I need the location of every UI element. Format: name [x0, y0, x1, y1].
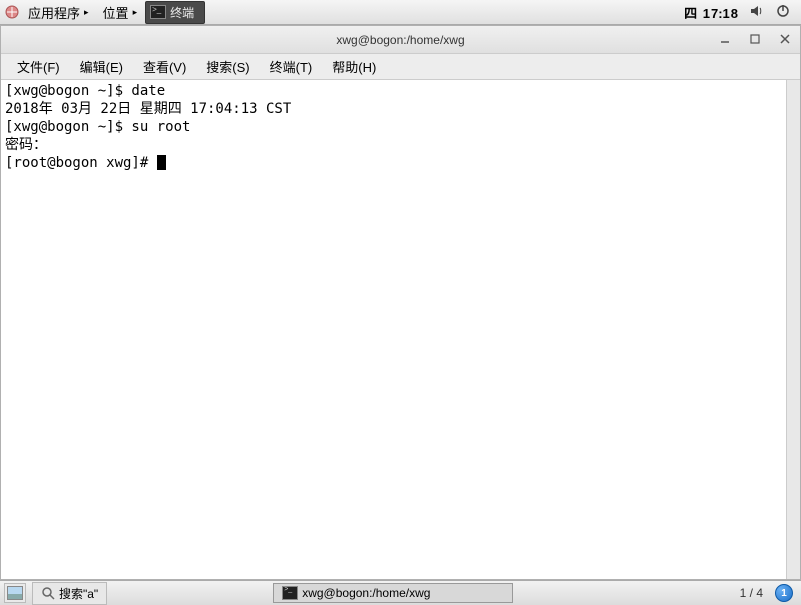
desktop-icon — [7, 586, 23, 600]
scrollbar[interactable] — [786, 80, 800, 579]
clock[interactable]: 四 17:18 — [684, 3, 739, 22]
panel-left: 应用程序 ▸ 位置 ▸ 终端 — [4, 1, 205, 24]
places-menu[interactable]: 位置 ▸ — [97, 1, 144, 24]
taskbar-active-app[interactable]: 终端 — [145, 1, 205, 24]
notification-badge[interactable]: 1 — [775, 584, 793, 602]
menubar: 文件(F) 编辑(E) 查看(V) 搜索(S) 终端(T) 帮助(H) — [1, 54, 800, 80]
panel-right: 四 17:18 — [684, 3, 797, 22]
workspace-indicator[interactable]: 1 / 4 — [734, 584, 769, 602]
applications-label: 应用程序 — [28, 3, 80, 22]
task-terminal[interactable]: xwg@bogon:/home/xwg — [273, 583, 513, 603]
terminal-icon — [282, 586, 298, 600]
titlebar[interactable]: xwg@bogon:/home/xwg — [1, 26, 800, 54]
menu-search[interactable]: 搜索(S) — [198, 54, 257, 79]
menu-terminal[interactable]: 终端(T) — [262, 54, 321, 79]
clock-hour: 17 — [703, 6, 719, 21]
places-label: 位置 — [103, 3, 129, 22]
power-icon[interactable] — [775, 3, 791, 22]
bottom-panel: 搜索"a" xwg@bogon:/home/xwg 1 / 4 1 — [0, 580, 801, 605]
minimize-button[interactable] — [716, 30, 734, 48]
menu-edit[interactable]: 编辑(E) — [72, 54, 131, 79]
window-title: xwg@bogon:/home/xwg — [9, 33, 792, 47]
chevron-right-icon: ▸ — [133, 7, 138, 18]
volume-icon[interactable] — [749, 3, 765, 22]
clock-minute: 18 — [723, 6, 739, 21]
terminal-line: 2018年 03月 22日 星期四 17:04:13 CST — [5, 101, 291, 117]
taskbar-app-label: 终端 — [170, 4, 194, 21]
terminal-icon — [150, 5, 166, 19]
terminal-line: [root@bogon xwg]# — [5, 155, 157, 171]
applications-menu[interactable]: 应用程序 ▸ — [22, 1, 95, 24]
terminal-line: 密码： — [5, 137, 47, 153]
window-controls — [716, 30, 794, 48]
terminal-line: [xwg@bogon ~]$ date — [5, 83, 165, 99]
terminal-window: xwg@bogon:/home/xwg 文件(F) 编辑(E) 查看(V) 搜索… — [0, 25, 801, 580]
terminal-cursor — [157, 155, 166, 170]
chevron-right-icon: ▸ — [84, 7, 89, 18]
task-terminal-label: xwg@bogon:/home/xwg — [302, 586, 430, 600]
search-icon — [41, 586, 55, 600]
menu-help[interactable]: 帮助(H) — [324, 54, 384, 79]
menu-file[interactable]: 文件(F) — [9, 54, 68, 79]
top-panel: 应用程序 ▸ 位置 ▸ 终端 四 17:18 — [0, 0, 801, 25]
clock-day: 四 — [684, 6, 698, 21]
maximize-button[interactable] — [746, 30, 764, 48]
menu-view[interactable]: 查看(V) — [135, 54, 194, 79]
terminal-body[interactable]: [xwg@bogon ~]$ date 2018年 03月 22日 星期四 17… — [1, 80, 800, 579]
show-desktop-button[interactable] — [4, 583, 26, 603]
close-button[interactable] — [776, 30, 794, 48]
task-search[interactable]: 搜索"a" — [32, 582, 107, 605]
terminal-line: [xwg@bogon ~]$ su root — [5, 119, 190, 135]
apps-icon — [4, 4, 20, 20]
task-search-label: 搜索"a" — [59, 585, 98, 602]
